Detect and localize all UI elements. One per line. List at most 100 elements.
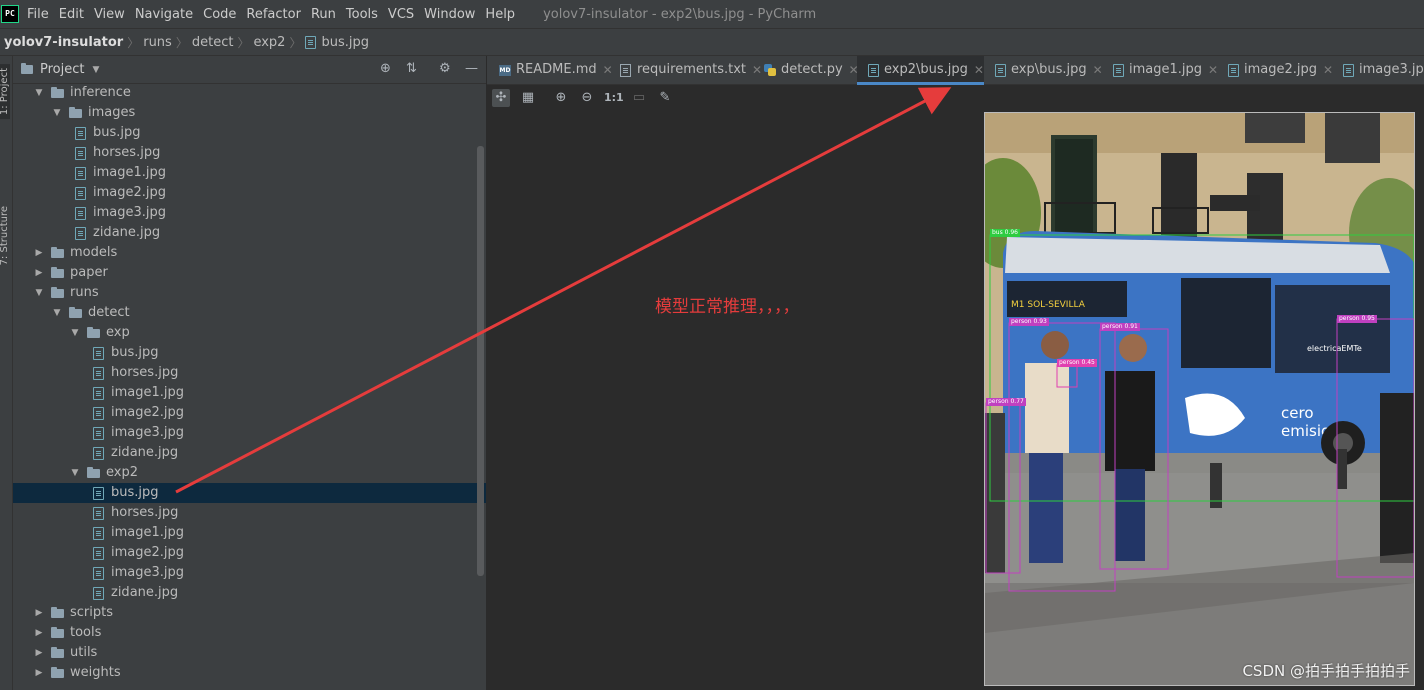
breadcrumb-file[interactable]: bus.jpg <box>301 35 373 50</box>
chevron-right-icon[interactable]: ▶ <box>34 663 44 683</box>
tree-folder[interactable]: ▶ models <box>13 243 486 263</box>
tree-file[interactable]: zidane.jpg <box>13 443 486 463</box>
tree-file[interactable]: bus.jpg <box>13 343 486 363</box>
tab-image3[interactable]: image3.jpg <box>1343 56 1424 84</box>
tree-item-label: paper <box>70 265 108 280</box>
image-file-icon <box>1113 63 1124 77</box>
tree-file[interactable]: image1.jpg <box>13 523 486 543</box>
close-icon[interactable]: ✕ <box>603 56 613 84</box>
chevron-down-icon[interactable]: ▼ <box>34 283 44 303</box>
collapse-all-icon[interactable]: ⇅ <box>406 62 417 76</box>
tree-folder[interactable]: ▶ weights <box>13 663 486 683</box>
tree-file[interactable]: horses.jpg <box>13 363 486 383</box>
tab-image1[interactable]: image1.jpg ✕ <box>1113 56 1218 84</box>
close-icon[interactable]: ✕ <box>1208 56 1218 84</box>
menu-code[interactable]: Code <box>203 7 236 22</box>
breadcrumb-detect[interactable]: detect <box>188 35 238 50</box>
actual-size-button[interactable]: 1:1 <box>604 89 624 107</box>
tab-image2[interactable]: image2.jpg ✕ <box>1228 56 1333 84</box>
tree-file[interactable]: horses.jpg <box>13 503 486 523</box>
gear-icon[interactable]: ⚙ <box>439 62 451 76</box>
tree-item-label: image3.jpg <box>93 205 167 220</box>
tree-file[interactable]: image1.jpg <box>13 163 486 183</box>
tree-item-label: zidane.jpg <box>93 225 161 240</box>
tree-folder[interactable]: ▼ exp2 <box>13 463 486 483</box>
tree-item-label: image1.jpg <box>93 165 167 180</box>
tree-file[interactable]: image1.jpg <box>13 383 486 403</box>
tree-file[interactable]: image2.jpg <box>13 403 486 423</box>
tree-item-label: image1.jpg <box>111 525 185 540</box>
menu-file[interactable]: File <box>27 7 49 22</box>
chevron-right-icon[interactable]: ▶ <box>34 243 44 263</box>
menu-run[interactable]: Run <box>311 7 336 22</box>
tree-item-label: inference <box>70 85 131 100</box>
breadcrumb-runs[interactable]: runs <box>139 35 176 50</box>
tab-exp2-bus[interactable]: exp2\bus.jpg ✕ <box>857 56 984 85</box>
zoom-out-icon[interactable]: ⊖ <box>578 89 596 107</box>
breadcrumb-exp2[interactable]: exp2 <box>249 35 289 50</box>
hide-panel-icon[interactable]: — <box>465 62 478 76</box>
tab-readme[interactable]: MD README.md ✕ <box>499 56 613 84</box>
tab-label: detect.py <box>781 62 843 77</box>
chevron-right-icon[interactable]: ▶ <box>34 643 44 663</box>
zoom-in-icon[interactable]: ⊕ <box>552 89 570 107</box>
close-icon[interactable]: ✕ <box>1323 56 1333 84</box>
chevron-down-icon[interactable]: ▼ <box>34 83 44 103</box>
tree-file[interactable]: image2.jpg <box>13 183 486 203</box>
menu-edit[interactable]: Edit <box>59 7 84 22</box>
project-view-selector[interactable]: Project ▼ <box>21 62 99 77</box>
image-file-icon <box>93 527 104 540</box>
chevron-down-icon[interactable]: ▼ <box>70 323 80 343</box>
project-tool-tab[interactable]: 1: Project <box>0 64 10 120</box>
chevron-down-icon[interactable]: ▼ <box>52 303 62 323</box>
tab-exp-bus[interactable]: exp\bus.jpg ✕ <box>995 56 1103 84</box>
tree-item-label: exp2 <box>106 465 138 480</box>
menu-refactor[interactable]: Refactor <box>246 7 301 22</box>
menu-window[interactable]: Window <box>424 7 475 22</box>
tree-file[interactable]: horses.jpg <box>13 143 486 163</box>
menu-vcs[interactable]: VCS <box>388 7 414 22</box>
chevron-right-icon[interactable]: ▶ <box>34 263 44 283</box>
toggle-transparency-icon[interactable]: ✣ <box>492 89 510 107</box>
structure-tool-tab[interactable]: 7: Structure <box>0 206 10 265</box>
tree-folder[interactable]: ▼ exp <box>13 323 486 343</box>
tree-file[interactable]: image2.jpg <box>13 543 486 563</box>
tree-file[interactable]: image3.jpg <box>13 563 486 583</box>
tab-detect-py[interactable]: detect.py ✕ <box>764 56 859 84</box>
tree-file[interactable]: image3.jpg <box>13 203 486 223</box>
detection-label: person 0.93 <box>1009 318 1049 326</box>
tree-folder[interactable]: ▶ scripts <box>13 603 486 623</box>
grid-icon[interactable]: ▦ <box>519 89 537 107</box>
chevron-down-icon[interactable]: ▼ <box>70 463 80 483</box>
tab-requirements[interactable]: requirements.txt ✕ <box>620 56 762 84</box>
menu-view[interactable]: View <box>94 7 125 22</box>
tree-folder[interactable]: ▼ runs <box>13 283 486 303</box>
tree-scrollbar[interactable] <box>477 146 484 576</box>
tree-folder[interactable]: ▶ utils <box>13 643 486 663</box>
tree-folder[interactable]: ▼ detect <box>13 303 486 323</box>
tree-folder[interactable]: ▼ inference <box>13 83 486 103</box>
tree-file[interactable]: bus.jpg <box>13 483 486 503</box>
chevron-down-icon[interactable]: ▼ <box>52 103 62 123</box>
tree-file[interactable]: bus.jpg <box>13 123 486 143</box>
fit-zoom-icon[interactable]: ▭ <box>630 89 648 107</box>
tree-file[interactable]: zidane.jpg <box>13 583 486 603</box>
tree-file[interactable]: zidane.jpg <box>13 223 486 243</box>
close-icon[interactable]: ✕ <box>974 56 984 84</box>
color-picker-icon[interactable]: ✎ <box>656 89 674 107</box>
close-icon[interactable]: ✕ <box>1093 56 1103 84</box>
tree-folder[interactable]: ▶ paper <box>13 263 486 283</box>
project-panel-title: Project <box>40 62 85 77</box>
chevron-right-icon[interactable]: ▶ <box>34 603 44 623</box>
menu-tools[interactable]: Tools <box>346 7 378 22</box>
tree-folder[interactable]: ▶ tools <box>13 623 486 643</box>
chevron-right-icon[interactable]: ▶ <box>34 623 44 643</box>
locate-file-icon[interactable]: ⊕ <box>380 62 391 76</box>
tree-file[interactable]: image3.jpg <box>13 423 486 443</box>
image-file-icon <box>868 63 879 77</box>
menu-navigate[interactable]: Navigate <box>135 7 193 22</box>
tree-folder[interactable]: ▼ images <box>13 103 486 123</box>
close-icon[interactable]: ✕ <box>752 56 762 84</box>
breadcrumb-project[interactable]: yolov7-insulator <box>0 35 127 50</box>
menu-help[interactable]: Help <box>485 7 515 22</box>
